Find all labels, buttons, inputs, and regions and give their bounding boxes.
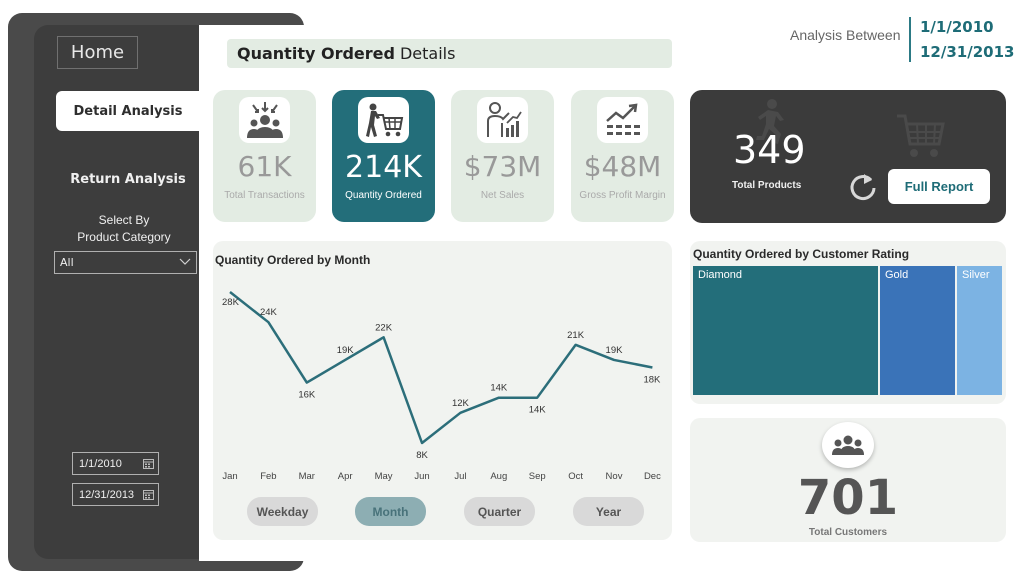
start-date-input[interactable]: 1/1/2010 xyxy=(72,452,159,475)
kpi-value: 61K xyxy=(237,150,292,183)
kpi-net-sales[interactable]: $73M Net Sales xyxy=(451,90,554,222)
customers-icon-circle xyxy=(822,422,874,468)
x-tick-label: Nov xyxy=(606,471,623,482)
tab-detail-analysis[interactable]: Detail Analysis xyxy=(56,91,200,131)
x-tick-label: Mar xyxy=(299,471,315,482)
trend-chart-icon xyxy=(605,103,640,135)
category-dropdown-value: All xyxy=(60,256,74,269)
total-customers-value: 701 xyxy=(797,470,899,526)
data-label: 19K xyxy=(606,345,624,356)
data-label: 8K xyxy=(416,450,428,461)
kpi-gross-profit-margin[interactable]: $48M Gross Profit Margin xyxy=(571,90,674,222)
kpi-value: $73M xyxy=(463,150,542,183)
treemap-title: Quantity Ordered by Customer Rating xyxy=(693,247,910,261)
x-tick-label: Jan xyxy=(222,471,237,482)
tab-return-analysis[interactable]: Return Analysis xyxy=(56,166,200,192)
x-tick-label: May xyxy=(375,471,393,482)
line-chart-title: Quantity Ordered by Month xyxy=(215,253,371,267)
sales-presenter-icon xyxy=(486,102,522,137)
select-label-line1: Select By xyxy=(98,213,150,227)
data-label: 19K xyxy=(337,345,355,356)
category-select-label: Select By Product Category xyxy=(56,212,192,246)
analysis-between-label: Analysis Between xyxy=(790,27,901,43)
period-button-year[interactable]: Year xyxy=(573,497,644,526)
data-label: 18K xyxy=(643,375,661,386)
series-line xyxy=(229,291,653,445)
x-tick-label: Aug xyxy=(490,471,507,482)
kpi-icon-box xyxy=(239,97,290,143)
kpi-label: Total Transactions xyxy=(224,190,305,201)
data-label: 21K xyxy=(567,330,585,341)
kpi-total-transactions[interactable]: 61K Total Transactions xyxy=(213,90,316,222)
people-icon xyxy=(246,102,283,138)
category-dropdown[interactable]: All xyxy=(54,251,197,274)
total-products-value: 349 xyxy=(733,128,806,172)
people-group-icon xyxy=(832,435,864,455)
page-title: Quantity Ordered Details xyxy=(227,39,672,68)
kpi-icon-box xyxy=(477,97,528,143)
treemap-cell-diamond[interactable]: Diamond xyxy=(693,266,878,395)
end-date-value: 12/31/2013 xyxy=(79,488,135,501)
end-date-input[interactable]: 12/31/2013 xyxy=(72,483,159,506)
analysis-date-to: 12/31/2013 xyxy=(920,43,1015,61)
full-report-button[interactable]: Full Report xyxy=(888,169,990,204)
calendar-icon[interactable] xyxy=(143,489,154,500)
data-label: 16K xyxy=(298,390,316,401)
kpi-value: $48M xyxy=(583,150,662,183)
quantity-by-month-chart: 28K Jan 24K Feb 16K Mar 19K Apr 22K May 8K Jun 12K Ju… xyxy=(222,291,661,482)
shopping-cart-person-icon xyxy=(365,103,403,137)
kpi-label: Quantity Ordered xyxy=(345,190,422,201)
chevron-down-icon xyxy=(179,258,191,265)
treemap-cell-silver[interactable]: Silver xyxy=(957,266,1002,395)
data-label: 12K xyxy=(452,398,470,409)
kpi-quantity-ordered[interactable]: 214K Quantity Ordered xyxy=(332,90,435,222)
start-date-value: 1/1/2010 xyxy=(79,457,122,470)
x-tick-label: Jul xyxy=(454,471,466,482)
data-label: 28K xyxy=(222,297,240,308)
x-tick-label: Dec xyxy=(644,471,661,482)
x-tick-label: Apr xyxy=(338,471,353,482)
analysis-divider xyxy=(909,17,911,62)
analysis-date-from: 1/1/2010 xyxy=(920,18,994,36)
data-label: 22K xyxy=(375,322,393,333)
page-title-bold: Quantity Ordered xyxy=(237,44,395,63)
select-label-line2: Product Category xyxy=(77,230,171,244)
treemap-cell-gold[interactable]: Gold xyxy=(880,266,955,395)
data-label: 14K xyxy=(529,405,547,416)
x-tick-label: Jun xyxy=(414,471,429,482)
x-tick-label: Oct xyxy=(568,471,583,482)
kpi-icon-box xyxy=(597,97,648,143)
kpi-value: 214K xyxy=(345,150,422,185)
period-button-weekday[interactable]: Weekday xyxy=(247,497,318,526)
period-button-month[interactable]: Month xyxy=(355,497,426,526)
kpi-icon-box xyxy=(358,97,409,143)
data-label: 14K xyxy=(490,383,508,394)
total-products-label: Total Products xyxy=(732,180,802,191)
x-tick-label: Sep xyxy=(529,471,546,482)
kpi-label: Net Sales xyxy=(480,190,525,201)
total-customers-label: Total Customers xyxy=(808,527,888,538)
x-tick-label: Feb xyxy=(260,471,276,482)
data-label: 24K xyxy=(260,307,278,318)
calendar-icon[interactable] xyxy=(143,458,154,469)
kpi-label: Gross Profit Margin xyxy=(579,190,666,201)
home-button[interactable]: Home xyxy=(57,36,138,69)
period-button-quarter[interactable]: Quarter xyxy=(464,497,535,526)
refresh-icon[interactable] xyxy=(847,170,879,202)
page-title-rest: Details xyxy=(399,44,456,63)
shopping-cart-icon xyxy=(897,114,945,157)
